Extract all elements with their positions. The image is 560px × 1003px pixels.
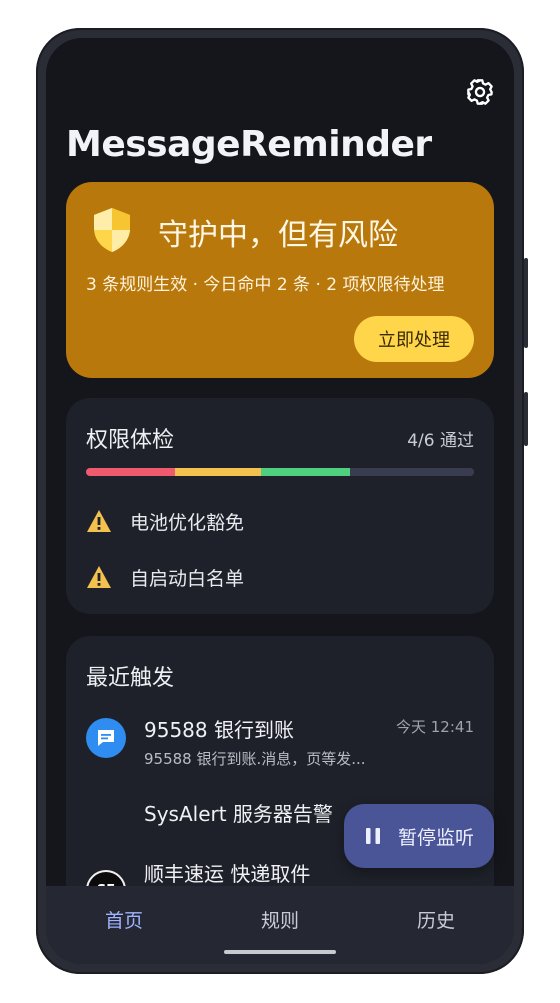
warning-label: 自启动白名单 <box>130 567 245 590</box>
progress-segment <box>349 468 474 476</box>
app-title: MessageReminder <box>66 124 432 165</box>
pause-monitoring-button[interactable]: 暂停监听 <box>344 804 494 868</box>
progress-segment <box>175 468 261 476</box>
warning-item-battery[interactable]: 电池优化豁免 <box>86 506 244 536</box>
status-summary: 3 条规则生效 · 今日命中 2 条 · 2 项权限待处理 <box>86 275 445 295</box>
warning-item-autostart[interactable]: 自启动白名单 <box>86 562 244 592</box>
permission-check-card: 权限体检 4/6 通过 电池优化豁免 自启动白名单 <box>66 398 494 614</box>
message-time: 今天 12:41 <box>396 718 474 736</box>
warning-label: 电池优化豁免 <box>130 511 245 534</box>
message-title: SysAlert 服务器告警 <box>144 802 333 826</box>
protection-status-card: 守护中，但有风险 3 条规则生效 · 今日命中 2 条 · 2 项权限待处理 立… <box>66 182 494 378</box>
volume-button <box>524 258 528 348</box>
power-button <box>524 392 528 446</box>
shield-icon <box>94 208 130 252</box>
handle-now-button[interactable]: 立即处理 <box>354 316 474 362</box>
list-item[interactable]: 95588 银行到账 95588 银行到账.消息，页等发... 今天 12:41 <box>86 714 474 774</box>
tab-history[interactable]: 历史 <box>386 906 486 933</box>
gear-icon[interactable] <box>466 78 494 106</box>
permission-progress-bar <box>86 468 474 476</box>
home-indicator[interactable] <box>224 950 336 954</box>
progress-segment <box>86 468 176 476</box>
warning-icon <box>87 566 111 588</box>
pause-monitoring-label: 暂停监听 <box>397 826 474 849</box>
message-icon <box>86 718 126 758</box>
pause-icon <box>365 828 380 844</box>
progress-segment <box>260 468 350 476</box>
phone-frame: MessageReminder 守护中，但有风险 3 条规则生效 · 今日命中 … <box>36 28 528 974</box>
warning-icon <box>87 510 111 532</box>
screen: MessageReminder 守护中，但有风险 3 条规则生效 · 今日命中 … <box>46 38 514 964</box>
permission-pass-count: 4/6 通过 <box>407 431 474 451</box>
tab-rules[interactable]: 规则 <box>230 906 330 933</box>
status-title: 守护中，但有风险 <box>158 218 398 253</box>
tab-home[interactable]: 首页 <box>74 906 174 933</box>
recent-triggers-title: 最近触发 <box>86 666 175 691</box>
permission-check-title: 权限体检 <box>86 428 175 453</box>
message-preview: 95588 银行到账.消息，页等发... <box>144 750 366 768</box>
message-title: 顺丰速运 快递取件 <box>144 862 311 886</box>
message-title: 95588 银行到账 <box>144 718 294 742</box>
